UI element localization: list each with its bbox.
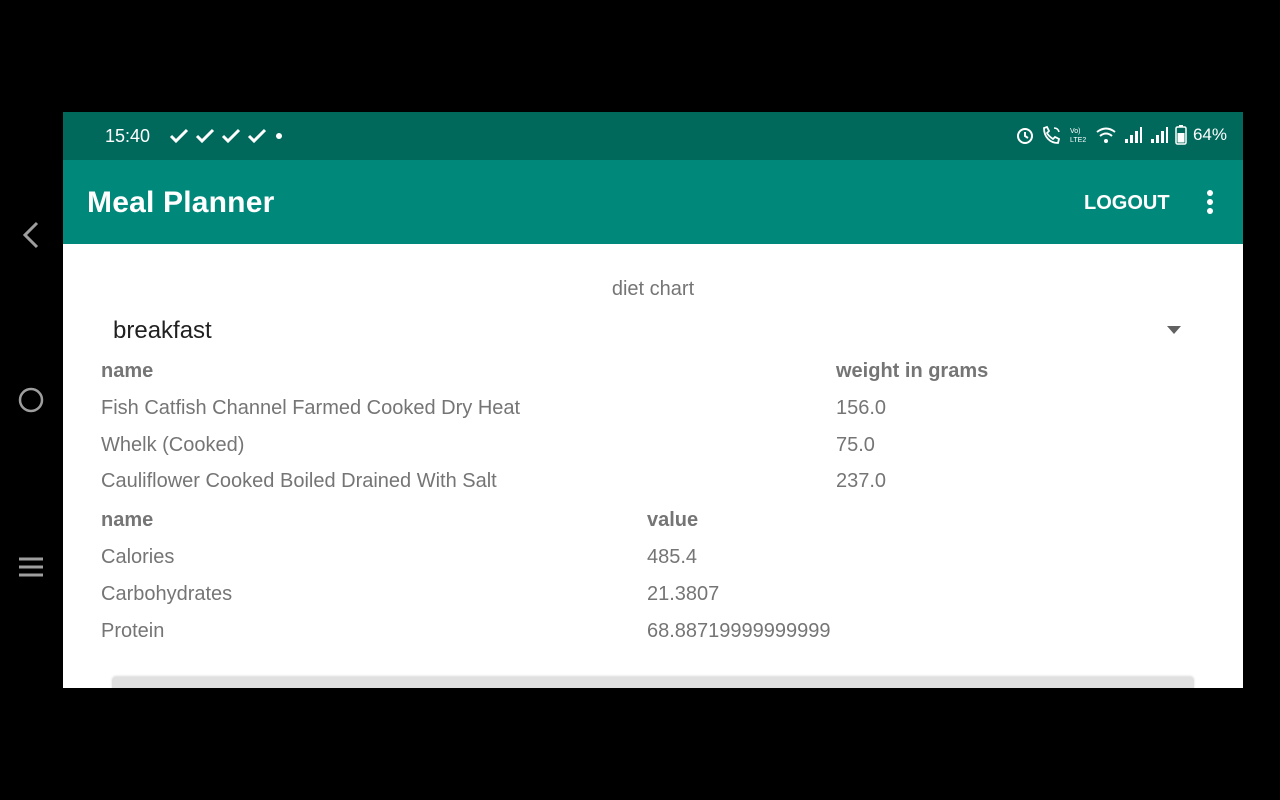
food-row-name: Whelk (Cooked) bbox=[101, 434, 245, 456]
signal-icon bbox=[1124, 127, 1142, 143]
back-icon bbox=[22, 221, 39, 249]
more-vert-icon-dot bbox=[1207, 199, 1213, 205]
system-status-icons: Vo) LTE2 64% bbox=[1015, 125, 1227, 145]
dropdown-arrow-icon bbox=[1167, 326, 1181, 334]
home-icon bbox=[18, 387, 44, 413]
recents-nav-button[interactable] bbox=[14, 550, 48, 584]
dot-icon bbox=[276, 133, 282, 139]
logout-button[interactable]: LOGOUT bbox=[1084, 192, 1170, 215]
home-nav-button[interactable] bbox=[14, 383, 48, 417]
svg-text:Vo): Vo) bbox=[1070, 128, 1081, 135]
app-bar: Meal Planner LOGOUT bbox=[63, 160, 1243, 244]
alarm-icon bbox=[1016, 128, 1033, 144]
nutrition-row-value: 68.88719999999999 bbox=[647, 620, 831, 642]
volte-icon: Vo) LTE2 bbox=[1070, 128, 1086, 144]
more-vert-icon-dot bbox=[1207, 190, 1213, 196]
bottom-card[interactable] bbox=[112, 677, 1194, 688]
nutrition-row-name: Protein bbox=[101, 620, 165, 642]
wifi-call-icon bbox=[1043, 125, 1061, 144]
notification-icons bbox=[169, 128, 285, 144]
battery-icon bbox=[1175, 125, 1187, 145]
check-icon bbox=[247, 128, 267, 144]
food-row-weight: 156.0 bbox=[836, 397, 887, 419]
check-icon bbox=[221, 128, 241, 144]
nutrition-row-name: Calories bbox=[101, 546, 175, 568]
nutrition-row-value: 485.4 bbox=[647, 546, 698, 568]
section-title: diet chart bbox=[611, 278, 695, 300]
meal-spinner[interactable]: breakfast bbox=[113, 315, 1193, 347]
more-vert-icon-dot bbox=[1207, 208, 1213, 214]
nutrition-table-header-name: name bbox=[101, 509, 154, 531]
food-row-weight: 237.0 bbox=[836, 470, 887, 492]
status-time: 15:40 bbox=[105, 126, 151, 146]
svg-text:LTE2: LTE2 bbox=[1070, 137, 1086, 144]
food-table-header-weight: weight in grams bbox=[836, 360, 989, 382]
food-row-weight: 75.0 bbox=[836, 434, 875, 456]
food-row-name: Fish Catfish Channel Farmed Cooked Dry H… bbox=[101, 397, 521, 419]
overflow-menu-button[interactable] bbox=[1199, 186, 1221, 218]
battery-percentage: 64% bbox=[1192, 125, 1227, 144]
app-title: Meal Planner bbox=[87, 186, 275, 219]
food-table-header-name: name bbox=[101, 360, 154, 382]
meal-spinner-value: breakfast bbox=[113, 317, 212, 344]
wifi-icon bbox=[1096, 127, 1116, 143]
device-screen: 15:40 Vo) LTE2 64% Meal Planner LOGOUT d… bbox=[63, 112, 1243, 688]
check-icon bbox=[195, 128, 215, 144]
status-bar: 15:40 Vo) LTE2 64% bbox=[63, 112, 1243, 160]
check-icon bbox=[169, 128, 189, 144]
nutrition-table-header-value: value bbox=[647, 509, 699, 531]
back-nav-button[interactable] bbox=[14, 218, 48, 252]
nutrition-row-name: Carbohydrates bbox=[101, 583, 233, 605]
signal-icon bbox=[1150, 127, 1168, 143]
nutrition-row-value: 21.3807 bbox=[647, 583, 720, 605]
food-row-name: Cauliflower Cooked Boiled Drained With S… bbox=[101, 470, 497, 492]
recents-icon bbox=[19, 557, 43, 577]
